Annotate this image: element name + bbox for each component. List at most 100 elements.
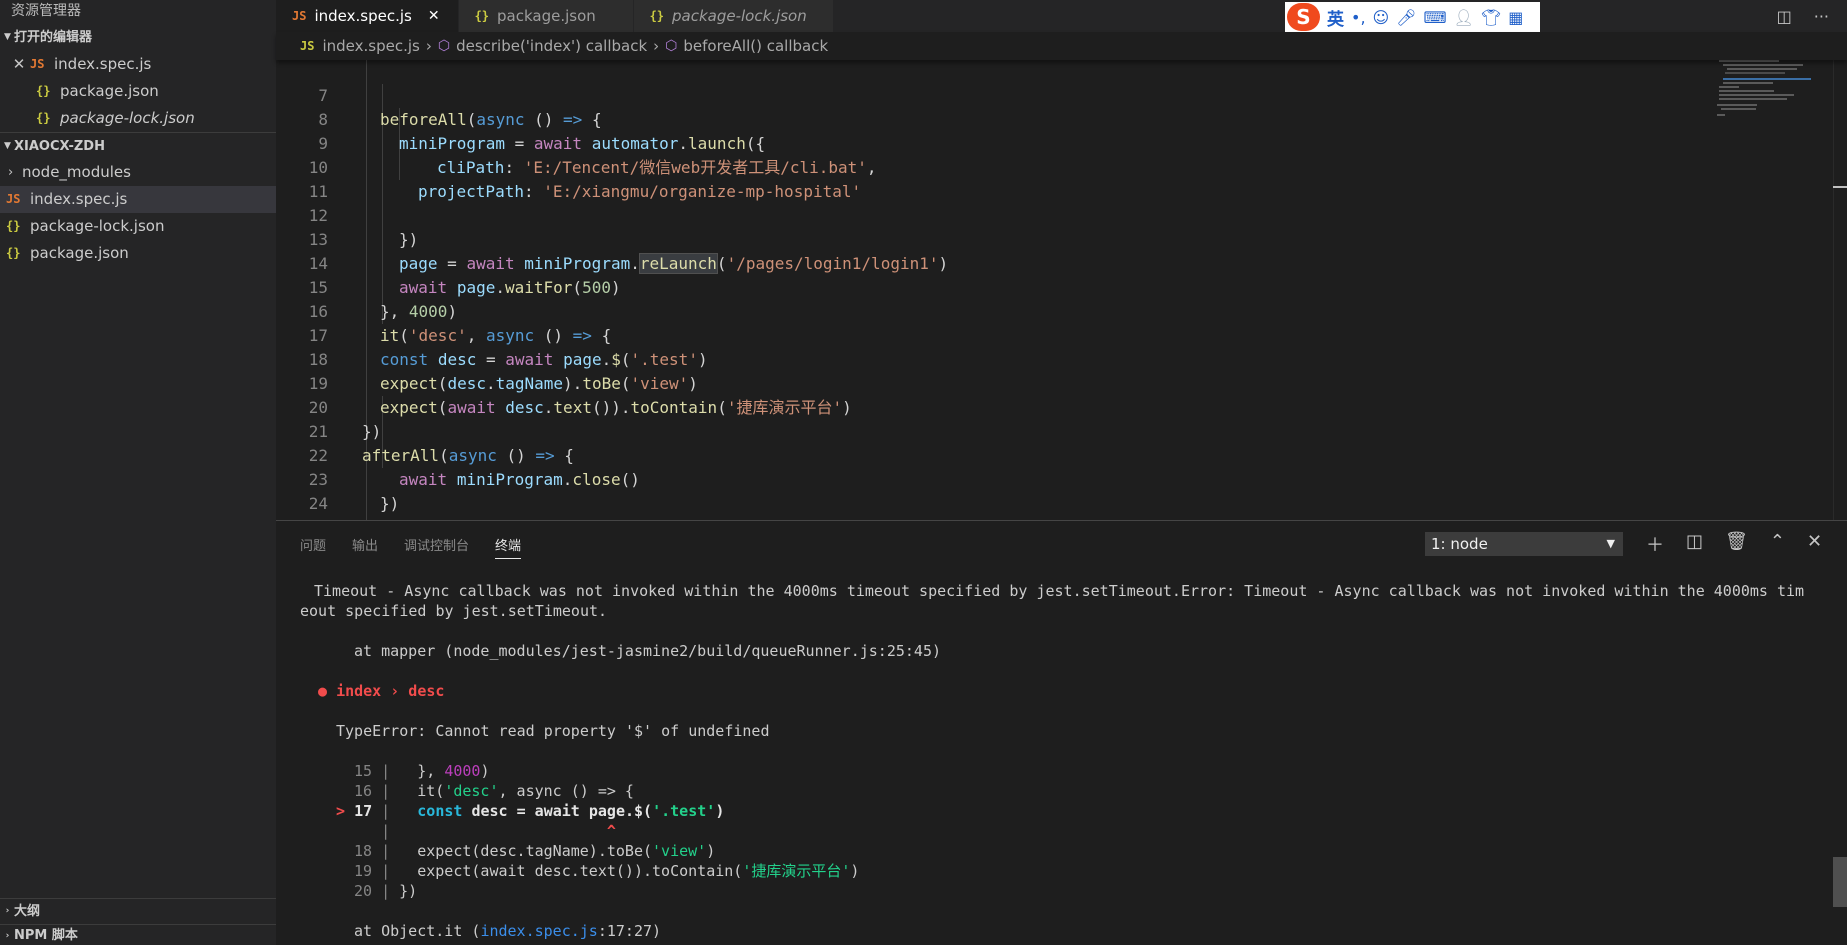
open-editor-label: package.json — [60, 82, 159, 100]
open-editor-index-spec[interactable]: ✕ JS index.spec.js — [0, 51, 276, 78]
code-line: 24 — [276, 468, 1776, 513]
code-line: 18 expect(desc.tagName).toBe('view') — [276, 324, 1776, 393]
tab-package-lock[interactable]: {} package-lock.json — [633, 0, 834, 32]
editor-tab-bar: JS index.spec.js ✕ {} package.json {} pa… — [276, 0, 1847, 32]
snippet-line: 15 | }, 4000) — [354, 762, 490, 780]
more-actions-icon[interactable]: ··· — [1814, 7, 1829, 26]
keyboard-icon[interactable]: ⌨ — [1424, 8, 1447, 27]
javascript-file-icon: JS — [300, 39, 315, 53]
tab-label: package-lock.json — [672, 7, 807, 25]
panel-tabs: 问题 输出 调试控制台 终端 — [276, 521, 522, 567]
close-icon[interactable]: ✕ — [12, 51, 26, 78]
split-terminal-icon[interactable]: ◫ — [1686, 531, 1703, 557]
chevron-down-icon: ▼ — [4, 140, 11, 151]
code-line: 10 projectPath: 'E:/xiangmu/organize-mp-… — [276, 132, 1776, 201]
tab-actions: ◫ ··· — [1777, 0, 1829, 32]
tree-item-node-modules[interactable]: › node_modules — [0, 159, 276, 186]
project-folder-header[interactable]: ▼ XIAOCX-ZDH — [0, 132, 276, 159]
javascript-file-icon: JS — [30, 57, 45, 71]
code-line: 17 const desc = await page.$('.test') — [276, 300, 1776, 369]
split-editor-icon[interactable]: ◫ — [1777, 7, 1792, 26]
snippet-line: 16 | it('desc', async () => { — [354, 782, 634, 800]
tree-item-label: package-lock.json — [30, 217, 165, 235]
chevron-right-icon: › — [8, 165, 14, 180]
tab-index-spec[interactable]: JS index.spec.js ✕ — [276, 0, 459, 32]
user-icon[interactable]: 👤︎ — [1454, 8, 1474, 27]
punctuation-toggle[interactable]: •, — [1351, 8, 1366, 27]
snippet-line: 18 | expect(desc.tagName).toBe('view') — [354, 842, 716, 860]
microphone-icon[interactable]: 🎤︎ — [1396, 8, 1416, 27]
json-file-icon: {} — [36, 111, 51, 125]
code-line: 15 }, 4000) — [276, 252, 1776, 321]
snippet-line: > 17 | const desc = await page.$('.test'… — [336, 802, 725, 820]
json-file-icon: {} — [6, 246, 21, 260]
code-line: 16 it('desc', async () => { — [276, 276, 1776, 345]
code-editor[interactable]: 7 beforeAll(async () => { 8 miniProgram … — [276, 60, 1847, 520]
tree-item-index-spec[interactable]: JS index.spec.js — [0, 186, 276, 213]
javascript-file-icon: JS — [292, 9, 307, 23]
tree-item-label: package.json — [30, 244, 129, 262]
trash-icon[interactable]: 🗑︎ — [1725, 531, 1748, 557]
json-file-icon: {} — [649, 9, 665, 23]
terminal-line: TypeError: Cannot read property '$' of u… — [336, 722, 770, 740]
code-line: 20 }) — [276, 372, 1776, 441]
open-editor-package-lock[interactable]: {} package-lock.json — [0, 105, 276, 132]
terminal-line: at Object.it (index.spec.js:17:27) — [354, 922, 662, 940]
code-line: 7 beforeAll(async () => { — [276, 60, 1776, 129]
chevron-right-icon: › — [5, 906, 10, 916]
sogou-logo-icon[interactable]: S — [1287, 3, 1320, 31]
tab-debug-console[interactable]: 调试控制台 — [404, 535, 469, 554]
ime-toolbar: S 英 •, ☺ 🎤︎ ⌨ 👤︎ 👕︎ ▦ — [1285, 2, 1540, 32]
panel-actions: ＋ ◫ 🗑︎ ⌃ ✕ — [1646, 531, 1822, 557]
tree-item-package-json[interactable]: {} package.json — [0, 240, 276, 267]
terminal-output[interactable]: Timeout - Async callback was not invoked… — [300, 581, 1820, 941]
tab-terminal[interactable]: 终端 — [495, 535, 522, 559]
method-cube-icon: ⬡ — [665, 38, 678, 54]
open-editor-label: index.spec.js — [54, 55, 152, 73]
code-line: 12 }) — [276, 180, 1776, 249]
stack-trace-link[interactable]: index.spec.js — [480, 922, 597, 940]
open-editor-package-json[interactable]: {} package.json — [0, 78, 276, 105]
minimap[interactable] — [1713, 60, 1823, 120]
skin-icon[interactable]: 👕︎ — [1481, 8, 1501, 27]
outline-label: 大纲 — [14, 904, 41, 919]
toolbox-icon[interactable]: ▦ — [1508, 8, 1523, 27]
tab-label: package.json — [497, 7, 596, 25]
close-panel-icon[interactable]: ✕ — [1807, 531, 1822, 557]
maximize-panel-icon[interactable]: ⌃ — [1770, 531, 1785, 557]
tab-output[interactable]: 输出 — [352, 535, 378, 554]
open-editor-label: package-lock.json — [60, 109, 195, 127]
editor-scrollbar[interactable] — [1833, 60, 1847, 520]
json-file-icon: {} — [6, 219, 21, 233]
npm-scripts-section[interactable]: › NPM 脚本 — [0, 924, 276, 945]
code-line: 14 await page.waitFor(500) — [276, 228, 1776, 297]
tab-package-json[interactable]: {} package.json — [458, 0, 634, 32]
tab-label: index.spec.js — [314, 7, 412, 25]
new-terminal-icon[interactable]: ＋ — [1646, 531, 1664, 557]
scroll-position-marker — [1833, 186, 1847, 188]
emoji-icon[interactable]: ☺ — [1373, 8, 1390, 27]
terminal-select[interactable]: 1: node ▼ — [1425, 532, 1623, 556]
json-file-icon: {} — [474, 9, 490, 23]
breadcrumb-describe[interactable]: describe('index') callback — [456, 32, 647, 60]
terminal-scrollbar-thumb[interactable] — [1833, 857, 1847, 907]
chevron-right-icon: › — [5, 931, 10, 941]
close-icon[interactable]: ✕ — [428, 0, 440, 32]
terminal-line: Timeout - Async callback was not invoked… — [314, 582, 1805, 600]
breadcrumb-beforeall[interactable]: beforeAll() callback — [683, 32, 828, 60]
code-line: 8 miniProgram = await automator.launch({ — [276, 84, 1776, 153]
code-line: 25 }) — [276, 492, 1776, 520]
code-line: 22 await miniProgram.close() — [276, 420, 1776, 489]
tree-item-package-lock[interactable]: {} package-lock.json — [0, 213, 276, 240]
project-folder-label: XIAOCX-ZDH — [14, 138, 105, 154]
code-line: 11 — [276, 156, 1776, 201]
open-editors-header[interactable]: ▼ 打开的编辑器 — [0, 24, 276, 51]
bottom-panel: 问题 输出 调试控制台 终端 1: node ▼ ＋ ◫ 🗑︎ ⌃ ✕ Time… — [276, 520, 1847, 945]
outline-section[interactable]: › 大纲 — [0, 898, 276, 924]
explorer-sidebar: 资源管理器 ▼ 打开的编辑器 ✕ JS index.spec.js {} pac… — [0, 0, 276, 945]
tab-problems[interactable]: 问题 — [300, 535, 326, 554]
explorer-title: 资源管理器 — [11, 3, 81, 19]
ime-language-toggle[interactable]: 英 — [1327, 5, 1344, 30]
failed-test-title: index › desc — [336, 682, 445, 700]
breadcrumb-file[interactable]: index.spec.js — [322, 32, 419, 60]
